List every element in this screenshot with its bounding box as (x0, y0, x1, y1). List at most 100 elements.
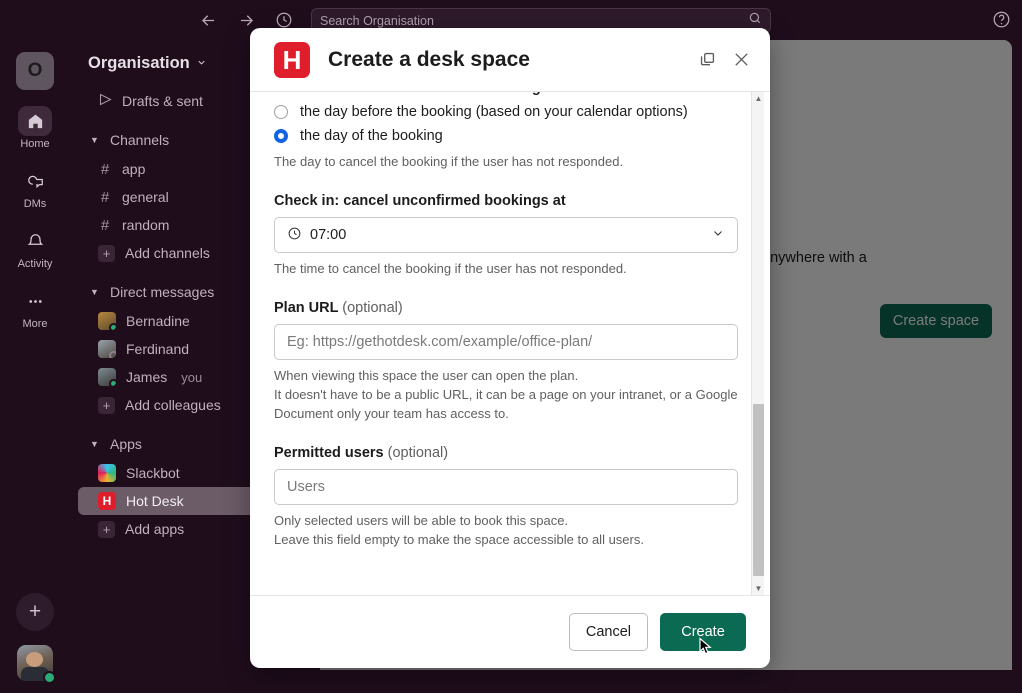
dm-label: Ferdinand (126, 341, 190, 357)
hash-icon: # (100, 188, 110, 206)
workspace-rail: O Home DMs Activity More + (0, 40, 70, 693)
field-label: Check in: cancel unconfirmed bookings on (274, 92, 738, 96)
rail-item-home[interactable]: Home (7, 106, 63, 150)
ellipsis-icon (18, 286, 52, 316)
dialog-header: H Create a desk space (250, 28, 770, 92)
bell-icon (18, 226, 52, 256)
clock-history-icon[interactable] (274, 10, 294, 30)
new-message-button[interactable]: + (16, 593, 54, 631)
time-select[interactable]: 07:00 (274, 217, 738, 253)
copy-icon[interactable] (694, 47, 720, 73)
slack-app-window: Search Organisation O Home DMs Activity … (0, 0, 1022, 693)
rail-bottom: + (0, 593, 70, 684)
field-hint-1: When viewing this space the user can ope… (274, 368, 579, 383)
scrollbar-thumb[interactable] (753, 404, 764, 576)
dialog-scrollbar[interactable]: ▲ ▼ (751, 92, 764, 595)
permitted-users-input[interactable]: Users (274, 469, 738, 505)
sidebar-item-label: Add apps (125, 521, 185, 537)
send-icon (98, 92, 112, 111)
chevron-down-icon: ▼ (90, 135, 99, 145)
field-hint: The day to cancel the booking if the use… (274, 154, 624, 169)
plan-url-input[interactable]: Eg: https://gethotdesk.com/example/offic… (274, 324, 738, 360)
sidebar-item-label: Add colleagues (125, 397, 221, 413)
arrow-right-icon[interactable] (236, 10, 256, 30)
radio-button[interactable] (274, 105, 288, 119)
section-label: Direct messages (110, 284, 215, 300)
avatar[interactable] (17, 645, 56, 684)
channel-label: app (122, 161, 146, 177)
chevron-down-icon (196, 57, 207, 71)
radio-option-day-before[interactable]: the day before the booking (based on you… (274, 104, 738, 120)
dm-avatar (98, 312, 116, 330)
presence-indicator (109, 379, 116, 386)
field-label: Permitted users (optional) (274, 445, 738, 461)
dialog-title: Create a desk space (328, 47, 530, 71)
presence-indicator (109, 323, 116, 330)
cancel-button[interactable]: Cancel (568, 613, 648, 651)
radio-option-day-of[interactable]: the day of the booking (274, 128, 738, 144)
create-desk-space-dialog: H Create a desk space Check in: cancel u… (250, 28, 770, 668)
hot-desk-logo: H (274, 41, 310, 78)
arrow-left-icon[interactable] (198, 10, 218, 30)
app-label: Hot Desk (126, 493, 184, 509)
dm-avatar (98, 340, 116, 358)
rail-item-dms[interactable]: DMs (7, 166, 63, 210)
workspace-name: Organisation (88, 54, 190, 72)
rail-item-more[interactable]: More (7, 286, 63, 330)
label-text: Plan URL (274, 300, 339, 316)
dm-avatar (98, 368, 116, 386)
mouse-cursor (697, 637, 715, 661)
hash-icon: # (100, 216, 110, 234)
help-circle-icon[interactable] (992, 10, 1012, 30)
rail-label: DMs (23, 198, 47, 210)
rail-item-activity[interactable]: Activity (7, 226, 63, 270)
radio-label: the day before the booking (based on you… (300, 104, 688, 120)
scroll-down-arrow[interactable]: ▼ (752, 582, 765, 595)
channel-label: random (122, 217, 170, 233)
radio-button-selected[interactable] (274, 129, 288, 143)
chevron-down-icon (711, 226, 725, 244)
rail-label: Activity (17, 258, 53, 270)
plus-icon: + (98, 520, 115, 538)
dm-label: Bernadine (126, 313, 190, 329)
hot-desk-icon: H (98, 492, 116, 510)
chevron-down-icon: ▼ (90, 287, 99, 297)
field-cancel-bookings-on: Check in: cancel unconfirmed bookings on… (274, 92, 738, 171)
nav-buttons (198, 10, 294, 30)
close-icon[interactable] (728, 47, 754, 73)
plus-icon: + (98, 396, 115, 414)
field-hint-2: It doesn't have to be a public URL, it c… (274, 387, 738, 421)
chevron-down-icon: ▼ (90, 439, 99, 449)
home-icon (18, 106, 52, 136)
time-value: 07:00 (310, 227, 347, 243)
optional-tag: (optional) (387, 445, 449, 461)
section-label: Apps (110, 436, 142, 452)
scroll-up-arrow[interactable]: ▲ (752, 92, 765, 105)
sidebar-item-label: Drafts & sent (122, 93, 203, 109)
dialog-form: Check in: cancel unconfirmed bookings on… (250, 92, 770, 595)
dm-label: James (126, 369, 168, 385)
search-placeholder: Search Organisation (320, 13, 434, 28)
rail-label: Home (20, 138, 50, 150)
field-permitted-users: Permitted users (optional) Users Only se… (274, 445, 738, 549)
label-text: Permitted users (274, 445, 384, 461)
radio-label: the day of the booking (300, 128, 443, 144)
section-label: Channels (110, 132, 170, 148)
field-plan-url: Plan URL (optional) Eg: https://gethotde… (274, 300, 738, 423)
field-hint-1: Only selected users will be able to book… (274, 513, 569, 528)
presence-indicator (109, 351, 116, 358)
field-hint-2: Leave this field empty to make the space… (274, 532, 644, 547)
hash-icon: # (100, 160, 110, 178)
you-tag: you (181, 369, 203, 385)
dialog-footer: Cancel Create (250, 595, 770, 668)
presence-indicator (43, 671, 56, 684)
field-cancel-bookings-at: Check in: cancel unconfirmed bookings at… (274, 193, 738, 278)
sidebar-item-label: Add channels (125, 245, 210, 261)
field-label: Check in: cancel unconfirmed bookings at (274, 193, 566, 209)
optional-tag: (optional) (342, 300, 403, 316)
field-label: Plan URL (optional) (274, 300, 738, 316)
app-label: Slackbot (126, 465, 180, 481)
clock-icon (287, 226, 302, 245)
channel-label: general (122, 189, 169, 205)
workspace-switcher[interactable]: O (16, 52, 54, 90)
